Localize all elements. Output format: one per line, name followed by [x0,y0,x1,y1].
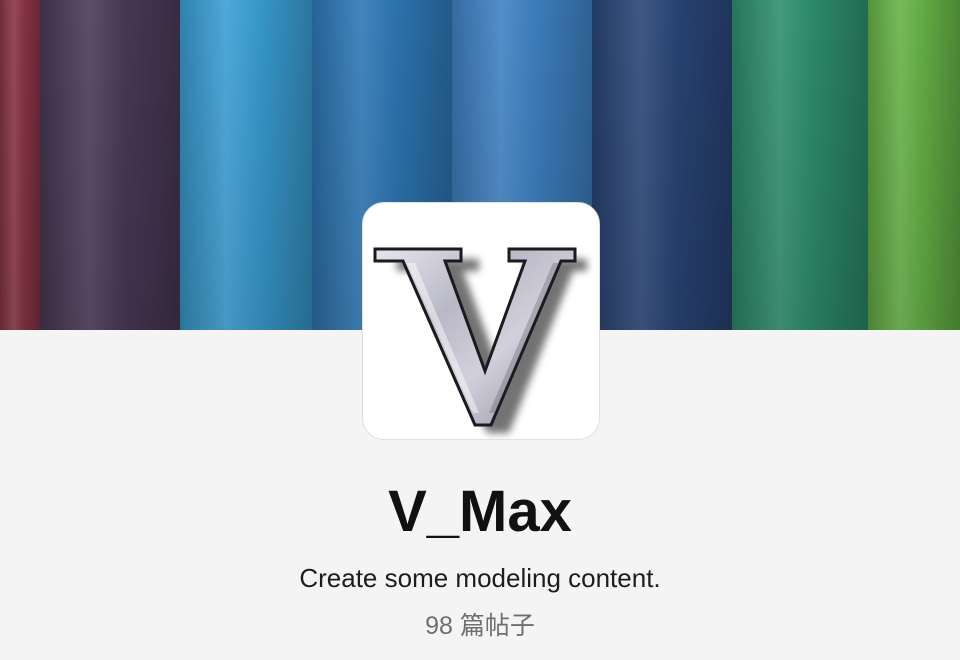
cover-stripe [868,0,960,330]
avatar[interactable] [362,202,600,440]
cover-stripe [180,0,312,330]
profile-name: V_Max [388,479,572,544]
profile-description: Create some modeling content. [299,563,661,593]
cover-stripe [732,0,868,330]
chrome-letter-v-logo-icon [373,247,587,433]
post-count-label: 篇帖子 [459,612,535,640]
post-count[interactable]: 98 篇帖子 [0,608,960,644]
cover-stripe [0,0,40,330]
cover-stripe [592,0,732,330]
post-count-number: 98 [425,612,453,640]
cover-stripe [40,0,180,330]
